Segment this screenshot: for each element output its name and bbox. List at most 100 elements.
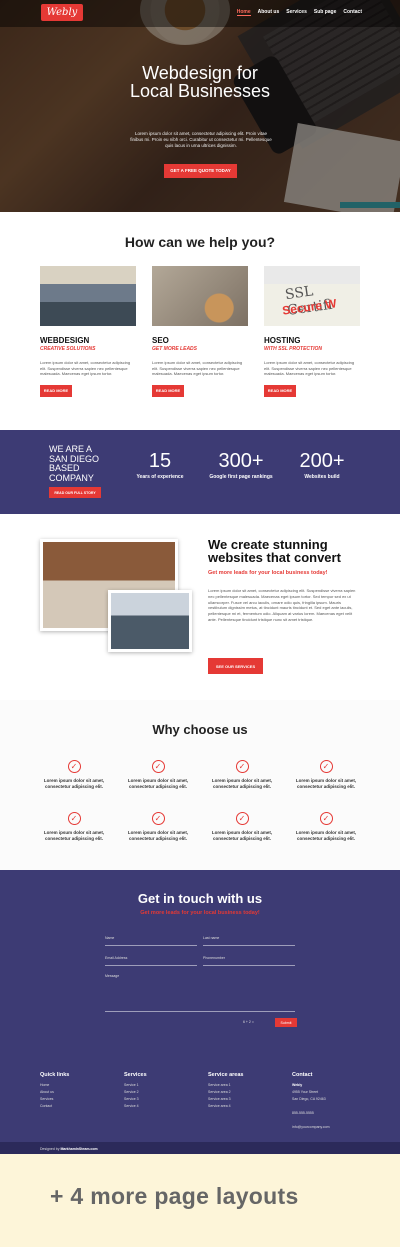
nav-item-subpage[interactable]: Sub page bbox=[314, 9, 337, 16]
contact-subtitle: Get more leads for your local business t… bbox=[140, 910, 260, 916]
why-item: ✓ Lorem ipsum dolor sit amet, consectetur… bbox=[204, 756, 280, 790]
stat-experience: 15 Years of experience bbox=[130, 450, 190, 480]
why-item: ✓ Lorem ipsum dolor sit amet, consectetur… bbox=[36, 756, 112, 790]
contact-title: Get in touch with us bbox=[137, 891, 263, 906]
service-card-webdesign: WEBDESIGN CREATIVE SOLUTIONS Lorem ipsum… bbox=[40, 266, 136, 397]
stat-label: Years of experience bbox=[136, 474, 184, 480]
captcha-label: 6 + 2 = bbox=[243, 1020, 254, 1024]
last-name-field[interactable]: Last name bbox=[203, 936, 295, 946]
phone-coffee-image bbox=[152, 266, 248, 326]
read-more-button[interactable]: READ MORE bbox=[40, 384, 72, 397]
why-title: Why choose us bbox=[152, 722, 248, 737]
footer-link[interactable]: Service 3 bbox=[124, 1096, 147, 1103]
nav-item-home[interactable]: Home bbox=[236, 9, 251, 16]
message-field[interactable]: Message bbox=[105, 974, 295, 1012]
full-story-button[interactable]: READ OUR FULL STORY bbox=[49, 487, 101, 498]
footer-heading: Services bbox=[124, 1072, 147, 1078]
stunning-subtitle: Get more leads for your local business t… bbox=[208, 570, 328, 576]
footer-heading: Contact bbox=[292, 1072, 313, 1078]
footer-link[interactable]: Service 1 bbox=[124, 1082, 147, 1089]
phone-field[interactable]: Phonenumber bbox=[203, 956, 295, 966]
footer-link[interactable]: Services bbox=[40, 1096, 69, 1103]
email-field[interactable]: Email Address bbox=[105, 956, 197, 966]
footer-link[interactable]: Service 4 bbox=[124, 1103, 147, 1110]
ssl-certificate-image: SSL Certifi Secure W bbox=[264, 266, 360, 326]
service-card-seo: SEO GET MORE LEADS Lorem ipsum dolor sit… bbox=[152, 266, 248, 397]
footer-link[interactable]: Service area 1 bbox=[208, 1082, 243, 1089]
why-item-text: Lorem ipsum dolor sit amet, consectetur … bbox=[295, 778, 357, 789]
why-item: ✓ Lorem ipsum dolor sit amet, consectetur… bbox=[36, 808, 112, 842]
footer-address: 4955 Your Street bbox=[292, 1090, 319, 1094]
why-item: ✓ Lorem ipsum dolor sit amet, consectetur… bbox=[204, 808, 280, 842]
footer-link[interactable]: Service area 3 bbox=[208, 1096, 243, 1103]
card-subtitle: GET MORE LEADS bbox=[152, 346, 198, 352]
hero-section bbox=[0, 0, 400, 212]
footer-services: Services Service 1 Service 2 Service 3 S… bbox=[124, 1072, 147, 1110]
why-item-text: Lorem ipsum dolor sit amet, consectetur … bbox=[127, 830, 189, 841]
stat-label: Websites build bbox=[304, 474, 340, 480]
check-icon: ✓ bbox=[235, 812, 249, 825]
why-item: ✓ Lorem ipsum dolor sit amet, consectetur… bbox=[288, 756, 364, 790]
card-title: SEO bbox=[152, 336, 169, 345]
name-field[interactable]: Name bbox=[105, 936, 197, 946]
nav-item-about[interactable]: About us bbox=[258, 9, 280, 16]
read-more-button[interactable]: READ MORE bbox=[152, 384, 184, 397]
team-laptop-photo bbox=[108, 590, 192, 652]
footer-link[interactable]: Home bbox=[40, 1082, 69, 1089]
why-item-text: Lorem ipsum dolor sit amet, consectetur … bbox=[127, 778, 189, 789]
credit-link[interactable]: MarkhamInSteam.com bbox=[60, 1147, 97, 1151]
hero-title: Webdesign for Local Businesses bbox=[129, 63, 271, 101]
logo[interactable]: Webly bbox=[41, 4, 83, 21]
footer-link[interactable]: About us bbox=[40, 1089, 69, 1096]
designer-credit: Designed by MarkhamInSteam.com bbox=[40, 1147, 98, 1151]
free-quote-button[interactable]: GET A FREE QUOTE TODAY bbox=[164, 164, 237, 178]
footer-service-areas: Service areas Service area 1 Service are… bbox=[208, 1072, 243, 1110]
footer-link[interactable]: Service 2 bbox=[124, 1089, 147, 1096]
read-more-button[interactable]: READ MORE bbox=[264, 384, 296, 397]
footer-spacer bbox=[292, 1103, 330, 1110]
why-item-text: Lorem ipsum dolor sit amet, consectetur … bbox=[211, 778, 273, 789]
stat-number: 300+ bbox=[218, 450, 264, 472]
footer-quick-links: Quick links Home About us Services Conta… bbox=[40, 1072, 69, 1110]
nav-item-services[interactable]: Services bbox=[286, 9, 307, 16]
why-item: ✓ Lorem ipsum dolor sit amet, consectetur… bbox=[120, 756, 196, 790]
credit-prefix: Designed by bbox=[40, 1147, 60, 1151]
footer-phone[interactable]: 855-555-5555 bbox=[292, 1110, 330, 1117]
footer-email[interactable]: info@yourcompany.com bbox=[292, 1124, 330, 1131]
card-title: WEBDESIGN bbox=[40, 336, 90, 345]
footer-heading: Service areas bbox=[208, 1072, 244, 1078]
footer-heading: Quick links bbox=[40, 1072, 70, 1078]
footer-link[interactable]: Service area 2 bbox=[208, 1089, 243, 1096]
office-team-image bbox=[40, 266, 136, 326]
footer-link[interactable]: Contact bbox=[40, 1103, 69, 1110]
company-heading: WE ARE A SAN DIEGO BASED COMPANY bbox=[49, 444, 100, 483]
footer-link[interactable]: Service area 4 bbox=[208, 1103, 243, 1110]
card-subtitle: WITH SSL PROTECTION bbox=[264, 346, 322, 352]
why-item-text: Lorem ipsum dolor sit amet, consectetur … bbox=[211, 830, 273, 841]
why-item: ✓ Lorem ipsum dolor sit amet, consectetur… bbox=[288, 808, 364, 842]
top-nav: Webly Home About us Services Sub page Co… bbox=[0, 0, 400, 27]
card-text: Lorem ipsum dolor sit amet, consectetur … bbox=[40, 360, 131, 376]
card-text: Lorem ipsum dolor sit amet, consectetur … bbox=[152, 360, 243, 376]
stat-websites: 200+ Websites build bbox=[292, 450, 352, 480]
stat-label: Google first page rankings bbox=[209, 474, 273, 480]
footer-company: Webly bbox=[292, 1083, 303, 1087]
check-icon: ✓ bbox=[235, 760, 249, 773]
stunning-title: We create stunning websites that convert bbox=[208, 537, 341, 565]
check-icon: ✓ bbox=[319, 812, 333, 825]
stat-rankings: 300+ Google first page rankings bbox=[198, 450, 284, 480]
hero-overlay bbox=[0, 0, 400, 212]
footer-city: San Diego, CA 92463 bbox=[292, 1097, 326, 1101]
nav-menu: Home About us Services Sub page Contact bbox=[236, 9, 362, 16]
submit-button[interactable]: Submit bbox=[275, 1018, 297, 1027]
card-subtitle: CREATIVE SOLUTIONS bbox=[40, 346, 96, 352]
see-services-button[interactable]: SEE OUR SERVICES bbox=[208, 658, 263, 674]
check-icon: ✓ bbox=[67, 760, 81, 773]
why-item-text: Lorem ipsum dolor sit amet, consectetur … bbox=[295, 830, 357, 841]
nav-item-contact[interactable]: Contact bbox=[343, 9, 362, 16]
check-icon: ✓ bbox=[319, 760, 333, 773]
footer-contact: Contact Webly 4955 Your Street San Diego… bbox=[292, 1072, 330, 1131]
check-icon: ✓ bbox=[67, 812, 81, 825]
why-item: ✓ Lorem ipsum dolor sit amet, consectetur… bbox=[120, 808, 196, 842]
promo-text: + 4 more page layouts bbox=[50, 1183, 299, 1209]
